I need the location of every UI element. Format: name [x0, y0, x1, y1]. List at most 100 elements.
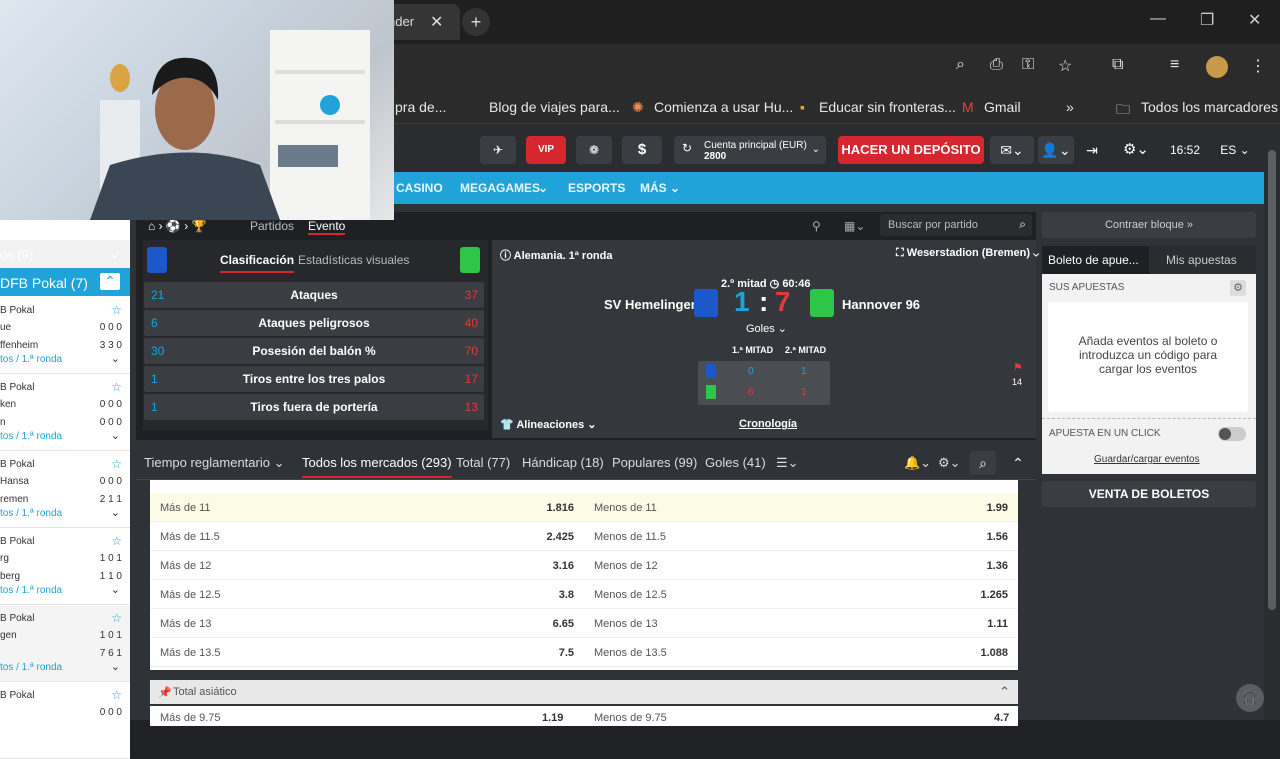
- clock-display[interactable]: 16:52 ⌄: [1164, 136, 1206, 185]
- chevron-down-icon[interactable]: ⌄: [111, 660, 120, 673]
- over-label[interactable]: Más de 11.5: [160, 531, 220, 543]
- over-label[interactable]: Más de 12.5: [160, 589, 221, 601]
- collapse-up-icon[interactable]: ⌃: [1006, 451, 1030, 475]
- market-tab-goals[interactable]: Goles (41): [705, 455, 766, 470]
- one-click-toggle[interactable]: [1218, 427, 1246, 441]
- media-queue-icon[interactable]: ≡: [1170, 56, 1179, 74]
- favorite-star-icon[interactable]: ☆: [111, 380, 122, 394]
- over-odd[interactable]: 1.19: [542, 712, 563, 724]
- bookmark-item[interactable]: Gmail: [984, 99, 1021, 115]
- bookmark-item[interactable]: Comienza a usar Hu...: [654, 99, 793, 115]
- bookmark-star-icon[interactable]: ☆: [1058, 56, 1072, 76]
- under-odd[interactable]: 4.7: [994, 712, 1009, 724]
- over-odd[interactable]: 3.8: [559, 589, 574, 601]
- messages-icon[interactable]: ✉⌄: [990, 136, 1034, 164]
- under-label[interactable]: Menos de 12.5: [594, 589, 667, 601]
- lineups-toggle[interactable]: 👕 Alineaciones ⌄: [500, 418, 597, 431]
- round-link[interactable]: tos / 1.ª ronda: [0, 431, 62, 442]
- list-menu-icon[interactable]: ☰⌄: [776, 455, 799, 471]
- rocket-icon[interactable]: ✈: [480, 136, 516, 164]
- bookmarks-overflow-icon[interactable]: »: [1066, 99, 1074, 115]
- over-label[interactable]: Más de 13: [160, 618, 211, 630]
- nav-more[interactable]: MÁS: [640, 181, 667, 195]
- bookmark-item[interactable]: Blog de viajes para...: [489, 99, 620, 115]
- password-key-icon[interactable]: ⚿: [1022, 56, 1034, 74]
- tab-matches[interactable]: Partidos: [250, 219, 294, 233]
- football-icon[interactable]: ⚽: [166, 219, 181, 233]
- market-tab-handicap[interactable]: Hándicap (18): [522, 455, 604, 470]
- minimize-icon[interactable]: —: [1150, 10, 1166, 28]
- tab-my-bets[interactable]: Mis apuestas: [1149, 246, 1256, 274]
- favorite-star-icon[interactable]: ☆: [111, 688, 122, 702]
- timeline-link[interactable]: Cronología: [739, 418, 797, 430]
- favorite-star-icon[interactable]: ☆: [111, 303, 122, 317]
- match-item[interactable]: B Pokal ☆ Hansa 0 0 0 remen 2 1 1 tos / …: [0, 452, 130, 528]
- chevron-up-icon[interactable]: ⌃: [999, 684, 1010, 700]
- bookmark-item[interactable]: pra de...: [395, 99, 446, 115]
- install-app-icon[interactable]: ⎙: [990, 56, 1003, 74]
- over-label[interactable]: Más de 13.5: [160, 647, 221, 659]
- goals-toggle[interactable]: Goles ⌄: [746, 322, 787, 335]
- over-label[interactable]: Más de 9.75: [160, 712, 221, 724]
- sell-tickets-button[interactable]: VENTA DE BOLETOS: [1042, 481, 1256, 507]
- period-select[interactable]: Tiempo reglamentario ⌄: [144, 455, 284, 471]
- stats-chart-icon[interactable]: ▦⌄: [844, 219, 865, 233]
- settings-gear-icon[interactable]: ⚙⌄: [1116, 136, 1156, 164]
- under-label[interactable]: Menos de 9.75: [594, 712, 667, 724]
- market-tab-popular[interactable]: Populares (99): [612, 455, 697, 470]
- match-item[interactable]: B Pokal ☆ rg 1 0 1 berg 1 1 0 tos / 1.ª …: [0, 529, 130, 605]
- match-item[interactable]: B Pokal ☆ ken 0 0 0 n 0 0 0 tos / 1.ª ro…: [0, 375, 130, 451]
- under-label[interactable]: Menos de 13: [594, 618, 658, 630]
- collapse-block-button[interactable]: Contraer bloque »: [1042, 212, 1256, 238]
- under-label[interactable]: Menos de 13.5: [594, 647, 667, 659]
- under-odd[interactable]: 1.56: [987, 531, 1008, 543]
- under-odd[interactable]: 1.088: [980, 647, 1008, 659]
- pin-icon[interactable]: 📌: [158, 686, 172, 699]
- match-item[interactable]: B Pokal ☆ 0 0 0: [0, 683, 130, 759]
- gift-icon[interactable]: ❁: [576, 136, 612, 164]
- vip-button[interactable]: VIP: [526, 136, 566, 164]
- extensions-icon[interactable]: ⧉: [1112, 56, 1123, 74]
- over-odd[interactable]: 1.816: [546, 502, 574, 514]
- bookmark-all[interactable]: Todos los marcadores: [1141, 99, 1278, 115]
- map-pin-icon[interactable]: ⚲: [812, 219, 821, 233]
- favorite-star-icon[interactable]: ☆: [111, 534, 122, 548]
- over-label[interactable]: Más de 11: [160, 502, 211, 514]
- under-odd[interactable]: 1.11: [987, 618, 1008, 630]
- under-odd[interactable]: 1.265: [980, 589, 1008, 601]
- nav-esports[interactable]: ESPORTS: [568, 181, 625, 195]
- support-chat-icon[interactable]: 🎧: [1236, 684, 1264, 712]
- close-tab-icon[interactable]: ✕: [430, 12, 443, 32]
- restore-icon[interactable]: ❐: [1200, 10, 1214, 30]
- chevron-down-icon[interactable]: ⌄: [111, 583, 120, 596]
- logout-icon[interactable]: ⇥: [1080, 136, 1104, 164]
- market-settings-icon[interactable]: ⚙⌄: [938, 455, 961, 471]
- save-load-link[interactable]: Guardar/cargar eventos: [1094, 454, 1200, 465]
- nav-casino[interactable]: CASINO: [396, 181, 443, 195]
- favorite-star-icon[interactable]: ☆: [111, 611, 122, 625]
- under-label[interactable]: Menos de 11.5: [594, 531, 666, 543]
- menu-kebab-icon[interactable]: ⋮: [1250, 56, 1266, 76]
- window-close-icon[interactable]: ✕: [1248, 10, 1261, 30]
- over-odd[interactable]: 6.65: [553, 618, 574, 630]
- zoom-icon[interactable]: ⌕: [956, 56, 965, 74]
- new-tab-button[interactable]: +: [462, 8, 490, 36]
- over-odd[interactable]: 3.16: [553, 560, 574, 572]
- round-link[interactable]: tos / 1.ª ronda: [0, 508, 62, 519]
- over-label[interactable]: Más de 12: [160, 560, 211, 572]
- round-link[interactable]: tos / 1.ª ronda: [0, 585, 62, 596]
- trophy-icon[interactable]: 🏆: [192, 219, 207, 233]
- home-icon[interactable]: ⌂: [148, 219, 155, 233]
- profile-avatar[interactable]: [1206, 56, 1228, 78]
- sidebar-category-active[interactable]: DFB Pokal (7) ⌃: [0, 268, 130, 296]
- market-group-header[interactable]: 📌 Total asiático ⌃: [150, 680, 1018, 704]
- under-odd[interactable]: 1.36: [987, 560, 1008, 572]
- bookmark-item[interactable]: Educar sin fronteras...: [819, 99, 956, 115]
- tab-visual-stats[interactable]: Estadísticas visuales: [298, 253, 409, 267]
- sidebar-category[interactable]: os (9) ⌄: [0, 240, 130, 268]
- market-tab-total[interactable]: Total (77): [456, 455, 510, 470]
- account-selector[interactable]: ↻ Cuenta principal (EUR) 2800 ⌄: [674, 136, 826, 164]
- over-odd[interactable]: 2.425: [546, 531, 574, 543]
- under-label[interactable]: Menos de 11: [594, 502, 657, 514]
- chevron-down-icon[interactable]: ⌄: [111, 429, 120, 442]
